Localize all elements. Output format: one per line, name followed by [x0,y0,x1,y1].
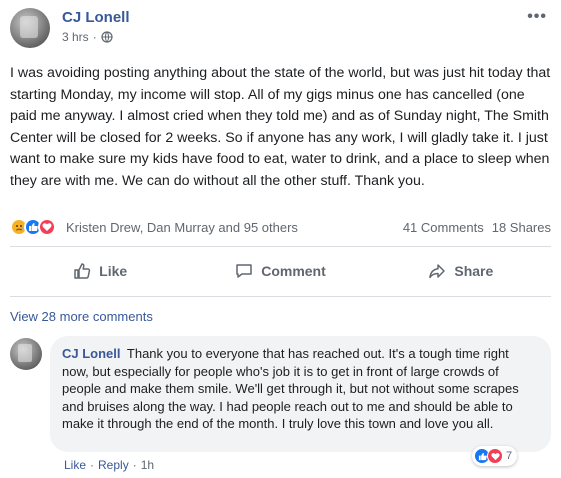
reaction-icons[interactable] [10,218,56,236]
comment-time[interactable]: 1h [141,458,154,472]
separator: · [90,458,95,472]
comment-reply-link[interactable]: Reply [98,458,129,472]
share-button[interactable]: Share [371,254,551,288]
comments-count[interactable]: 41 Comments [403,220,484,235]
action-bar: Like Comment Share [10,254,551,288]
avatar[interactable] [10,8,50,48]
comment-actions: Like · Reply · 1h [64,458,154,472]
like-button[interactable]: Like [10,254,190,288]
post-author[interactable]: CJ Lonell [62,9,130,26]
reactions-summary: Kristen Drew, Dan Murray and 95 others 4… [10,216,551,238]
share-label: Share [454,263,494,279]
comment-bubble: CJ Lonell Thank you to everyone that has… [50,336,551,452]
love-icon [487,448,503,464]
comment-reactions[interactable]: 7 [472,446,518,466]
comment-button[interactable]: Comment [190,254,370,288]
thumbs-up-icon [74,263,91,279]
divider [10,296,551,297]
comment-text: Thank you to everyone that has reached o… [62,346,519,431]
engagement-counts: 41 Comments 18 Shares [403,220,551,235]
comment-icon [236,264,252,278]
comment-like-link[interactable]: Like [64,458,86,472]
post-header: CJ Lonell 3 hrs · ••• [10,8,551,48]
comment-reaction-count: 7 [506,450,513,462]
separator: · [132,458,137,472]
view-more-comments-link[interactable]: View 28 more comments [10,309,153,324]
post-text: I was avoiding posting anything about th… [10,65,551,189]
like-label: Like [99,263,128,279]
post-meta: 3 hrs · [62,30,113,44]
reactors-list[interactable]: Kristen Drew, Dan Murray and 95 others [66,220,298,235]
comment-author[interactable]: CJ Lonell [62,346,121,361]
share-icon [429,264,446,279]
comment-avatar[interactable] [10,338,42,370]
comment-label: Comment [261,263,326,279]
divider [10,246,551,247]
post-time[interactable]: 3 hrs [62,30,89,44]
shares-count[interactable]: 18 Shares [492,220,551,235]
globe-icon[interactable] [101,31,113,43]
love-icon [38,218,56,236]
ellipsis-icon[interactable]: ••• [527,8,547,26]
